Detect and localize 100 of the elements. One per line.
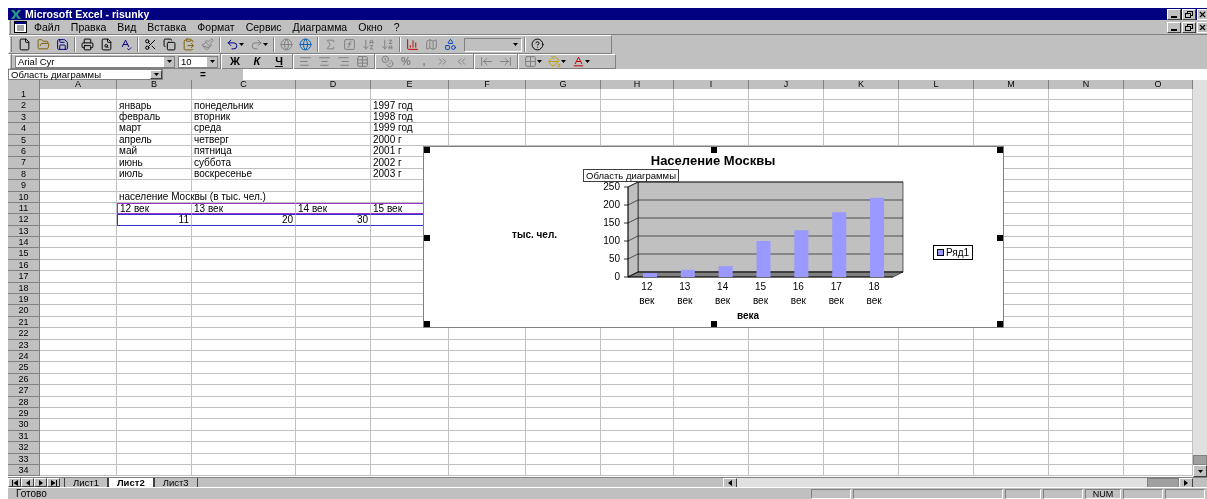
y-tick-label: 0 [613,272,620,282]
column-header[interactable]: A [40,80,117,89]
table-cell[interactable]: июнь [117,157,192,169]
column-header[interactable]: I [674,80,749,89]
table-cell[interactable]: воскресенье [192,168,296,181]
row-header[interactable]: 14 [8,237,40,249]
column-header[interactable]: H [601,80,674,89]
table-cell[interactable]: 20 [192,214,296,226]
y-tick-label: 50 [607,254,620,264]
y-tick-label: 100 [602,236,620,246]
table-cell[interactable]: понедельник [192,100,296,112]
column-header[interactable]: E [371,80,449,89]
row-header[interactable]: 33 [8,453,40,465]
table-cell[interactable]: июль [117,168,192,181]
row-header[interactable]: 2 [8,100,40,112]
column-header[interactable]: L [899,80,974,89]
table-cell[interactable]: 12 век [117,202,192,215]
category-label: 15 век [751,280,770,308]
bar-chart[interactable]: 0 50 100 150 200 250 12 век 13 век 14 век 15 век 16 век 17 век 18 век Население Москвы Область диаграммы тыс. чел. века Ряд1 [423,146,1004,328]
table-cell[interactable]: 13 век [192,202,296,215]
y-axis-title: тыс. чел. [512,228,558,242]
font-size: 10 [181,56,192,67]
menu-item[interactable]: Файл [34,21,60,33]
row-header[interactable]: 30 [8,419,40,431]
column-header[interactable]: O [1124,80,1193,89]
status-indicator: NUM [1085,488,1121,499]
table-cell[interactable]: пятница [192,145,296,158]
table-cell[interactable]: среда [192,123,296,135]
font-size-field[interactable]: 10 [178,55,218,68]
column-header[interactable]: G [526,80,601,89]
table-cell[interactable]: 1999 год [371,123,449,135]
y-tick-label: 150 [602,218,620,228]
category-label: 17 век [827,280,845,308]
row-header[interactable]: 7 [8,157,40,169]
table-cell[interactable]: 11 [117,214,192,226]
table-cell[interactable]: февраль [117,111,192,124]
menu-item[interactable]: Правка [70,21,107,33]
category-label: 14 век [714,280,732,308]
table-cell[interactable]: 30 [296,214,371,226]
category-label: 12 век [638,280,656,308]
column-header[interactable]: M [974,80,1049,89]
row-header[interactable]: 27 [8,385,40,397]
row-header[interactable]: 17 [8,271,40,283]
row-header[interactable]: 32 [8,442,40,454]
font-style-button[interactable]: Ч [268,56,290,67]
column-header[interactable]: K [824,80,899,89]
row-header[interactable]: 5 [8,134,40,146]
menu-item[interactable]: Окно [358,21,383,33]
menu-item[interactable]: Диаграмма [292,21,348,33]
row-header[interactable]: 15 [8,248,40,260]
column-header[interactable]: F [449,80,526,89]
font-name: Arial Cyr [18,56,55,67]
row-header[interactable]: 10 [8,191,40,203]
column-header[interactable]: N [1049,80,1124,89]
column-header[interactable]: C [192,80,296,89]
table-cell[interactable]: январь [117,100,192,112]
row-header[interactable]: 19 [8,294,40,306]
row-header[interactable]: 25 [8,362,40,374]
category-label: 18 век [865,280,883,308]
column-header[interactable]: D [296,80,371,89]
menu-item[interactable]: Сервис [245,21,282,33]
font-field[interactable]: Arial Cyr [15,55,175,68]
table-cell[interactable]: суббота [192,157,296,169]
menu-item[interactable]: Формат [197,21,235,33]
column-header[interactable]: B [117,80,192,89]
row-header[interactable]: 22 [8,328,40,340]
row-header[interactable]: 23 [8,339,40,351]
table-cell[interactable]: апрель [117,134,192,146]
menu-item[interactable]: Вставка [147,21,187,33]
table-cell[interactable]: 14 век [296,202,371,215]
row-header[interactable]: 12 [8,214,40,226]
menu-item[interactable]: ? [393,21,400,33]
table-cell[interactable]: март [117,123,192,135]
table-cell[interactable]: четверг [192,134,296,146]
table-cell[interactable]: 1997 год [371,100,449,112]
category-label: 16 век [789,280,807,308]
table-cell[interactable]: вторник [192,111,296,124]
formula-button[interactable]: = [200,69,206,80]
menu-item[interactable]: Вид [117,21,137,33]
y-tick-label: 200 [602,200,620,210]
y-tick-label: 250 [602,182,620,192]
window-title: Microsoft Excel - risunky [25,8,150,20]
table-cell[interactable]: май [117,145,192,158]
table-cell[interactable]: 2000 г [371,134,449,146]
category-label: 13 век [676,280,694,308]
name-box-value: Область диаграммы [11,69,101,80]
row-header[interactable]: 28 [8,396,40,408]
column-header[interactable]: J [749,80,824,89]
row-header[interactable]: 1 [8,89,40,101]
legend-label: Ряд1 [946,246,970,260]
table-cell[interactable]: 1998 год [371,111,449,124]
font-style-button[interactable]: Ж [224,56,246,67]
font-style-button[interactable]: К [246,56,268,67]
name-box[interactable]: Область диаграммы [8,69,163,80]
x-axis-title: века [737,309,760,323]
row-header[interactable]: 9 [8,180,40,192]
table-cell[interactable]: население Москвы (в тыс. чел.) [117,191,296,203]
row-header[interactable]: 20 [8,305,40,317]
row-header[interactable]: 4 [8,123,40,135]
status-text: Готово [15,488,47,499]
